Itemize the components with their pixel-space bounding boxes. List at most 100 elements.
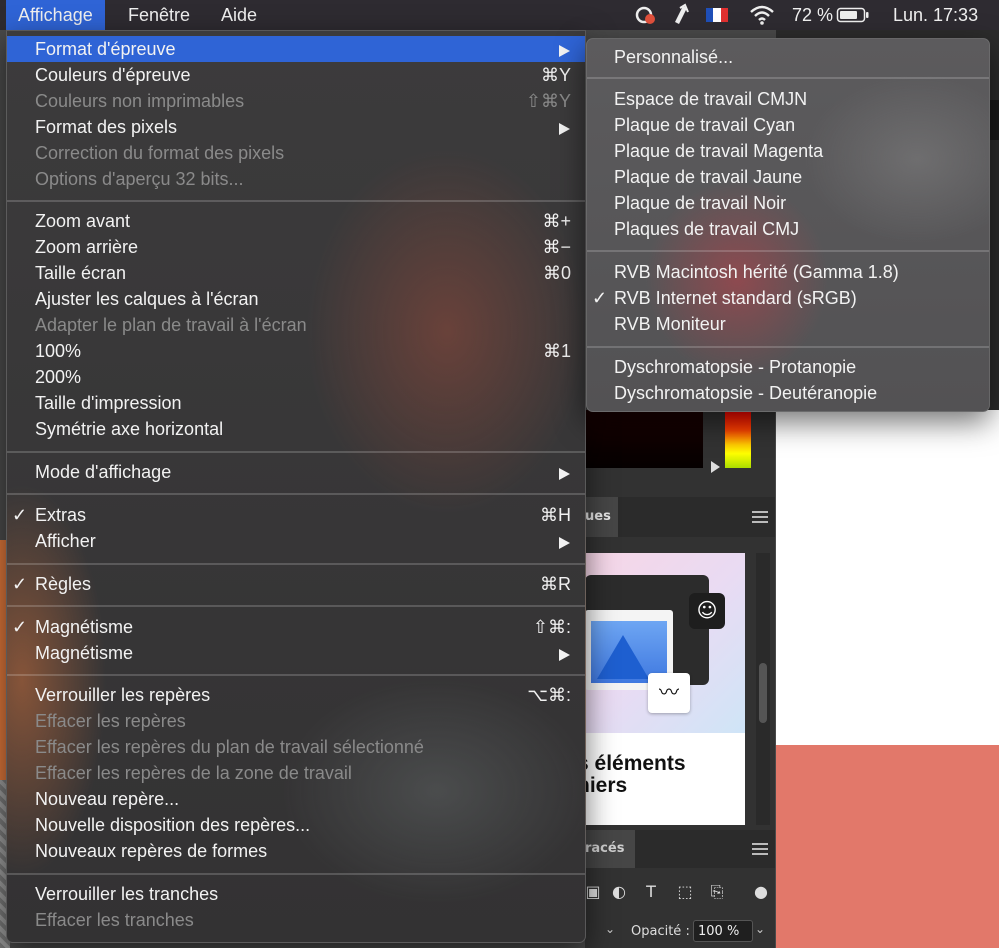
clock[interactable]: Lun. 17:33 [893,0,978,30]
tab-learn[interactable]: ues [585,497,618,537]
menu-item-label: Couleurs non imprimables [35,91,245,111]
menu-item-shortcut: ⌘1 [542,341,571,361]
menu-item-shortcut: ⌘+ [542,211,571,231]
menu-item-format-pixels[interactable]: Format des pixels [7,114,585,140]
menu-item-label: Mode d'affichage [35,462,172,482]
menu-item-label: Zoom avant [35,211,131,231]
submenu-item-rvb-moniteur[interactable]: RVB Moniteur [587,311,989,337]
menu-item-shortcut: ⌘R [540,574,571,594]
submenu-item-deuteranopie[interactable]: Dyschromatopsie - Deutéranopie [587,380,989,406]
menu-item-shortcut: ⇧⌘: [532,617,571,637]
mountain-icon [597,635,649,679]
menu-item-200-percent[interactable]: 200% [7,364,585,390]
menu-item-100-percent[interactable]: 100% ⌘1 [7,338,585,364]
menu-item-label: Dyschromatopsie - Protanopie [614,357,857,377]
menu-item-correction-format-pixels[interactable]: Correction du format des pixels [7,140,585,166]
menu-item-extras[interactable]: ✓ Extras ⌘H [7,502,585,528]
menu-item-verrouiller-reperes[interactable]: Verrouiller les repères ⌥⌘: [7,682,585,708]
menu-item-effacer-reperes-zone-travail[interactable]: Effacer les repères de la zone de travai… [7,760,585,786]
tab-paths[interactable]: racés [585,830,635,868]
color-picker-field[interactable] [585,410,703,468]
panel-menu-icon[interactable] [752,511,768,523]
submenu-item-plaque-magenta[interactable]: Plaque de travail Magenta [587,138,989,164]
text-filter-icon[interactable]: T [641,882,661,902]
menu-item-effacer-reperes[interactable]: Effacer les repères [7,708,585,734]
menu-item-label: Nouveau repère... [35,789,180,809]
menu-item-afficher[interactable]: Afficher [7,528,585,554]
menu-item-label: Effacer les repères [35,711,186,731]
image-filter-icon[interactable]: ▣ [583,882,603,902]
menu-item-options-apercu-32-bits[interactable]: Options d'aperçu 32 bits... [7,166,585,192]
menu-item-label: Espace de travail CMJN [614,89,808,109]
menu-item-zoom-arriere[interactable]: Zoom arrière ⌘− [7,234,585,260]
chevron-down-icon[interactable]: ⌄ [755,922,765,936]
menu-item-mode-affichage[interactable]: Mode d'affichage [7,459,585,485]
menu-item-couleurs-non-imprimables[interactable]: Couleurs non imprimables ⇧⌘Y [7,88,585,114]
menu-item-ajuster-calques[interactable]: Ajuster les calques à l'écran [7,286,585,312]
menu-item-taille-ecran[interactable]: Taille écran ⌘0 [7,260,585,286]
menu-item-label: Options d'aperçu 32 bits... [35,169,244,189]
menu-item-regles[interactable]: ✓ Règles ⌘R [7,571,585,597]
submenu-item-plaque-noir[interactable]: Plaque de travail Noir [587,190,989,216]
filter-toggle-icon[interactable]: ● [751,882,771,902]
menu-affichage[interactable]: Affichage [6,0,105,30]
battery-percent: 72 % [792,5,834,25]
submenu-item-plaque-jaune[interactable]: Plaque de travail Jaune [587,164,989,190]
menu-item-nouvelle-disposition-reperes[interactable]: Nouvelle disposition des repères... [7,812,585,838]
chevron-down-icon[interactable]: ⌄ [605,922,615,936]
menu-item-effacer-reperes-plan-travail[interactable]: Effacer les repères du plan de travail s… [7,734,585,760]
submenu-item-protanopie[interactable]: Dyschromatopsie - Protanopie [587,354,989,380]
adjustment-filter-icon[interactable]: ◐ [609,882,629,902]
submenu-arrow-icon [559,537,570,549]
menu-item-zoom-avant[interactable]: Zoom avant ⌘+ [7,208,585,234]
hue-slider-handle[interactable] [711,461,720,473]
user-add-icon: ☺ [689,593,725,629]
battery-icon[interactable] [836,0,870,30]
menu-item-nouveau-repere[interactable]: Nouveau repère... [7,786,585,812]
menu-item-verrouiller-tranches[interactable]: Verrouiller les tranches [7,881,585,907]
submenu-item-plaque-cyan[interactable]: Plaque de travail Cyan [587,112,989,138]
menu-item-label: Verrouiller les tranches [35,884,219,904]
menu-item-label: Afficher [35,531,96,551]
menu-item-label: Effacer les tranches [35,910,194,930]
shape-filter-icon[interactable]: ⬚ [675,882,695,902]
menu-item-taille-impression[interactable]: Taille d'impression [7,390,585,416]
checkmark-icon: ✓ [12,505,28,525]
submenu-item-plaques-cmj[interactable]: Plaques de travail CMJ [587,216,989,242]
panel-menu-icon-2[interactable] [752,843,768,855]
menu-aide[interactable]: Aide [221,0,257,30]
menu-item-label: Règles [35,574,92,594]
submenu-arrow-icon [559,468,570,480]
app-status-icon[interactable] [670,0,692,30]
menu-item-label: Extras [35,505,87,525]
menu-item-format-epreuve[interactable]: Format d'épreuve [7,36,585,62]
menu-item-couleurs-epreuve[interactable]: Couleurs d'épreuve ⌘Y [7,62,585,88]
smart-object-filter-icon[interactable]: ⎘ [707,882,727,902]
menu-item-nouveaux-reperes-formes[interactable]: Nouveaux repères de formes [7,838,585,864]
menu-bar: Affichage Fenêtre Aide 72 % Lun. 17:33 [0,0,999,30]
scrollbar-thumb[interactable] [759,663,767,723]
submenu-item-espace-cmjn[interactable]: Espace de travail CMJN [587,86,989,112]
menu-separator [7,200,585,202]
menu-item-label: Nouvelle disposition des repères... [35,815,311,835]
hue-slider-bar[interactable] [725,410,751,468]
wifi-icon[interactable] [748,0,776,30]
menu-item-label: RVB Moniteur [614,314,726,334]
submenu-item-rvb-internet-srgb[interactable]: ✓ RVB Internet standard (sRGB) [587,285,989,311]
submenu-item-personnalise[interactable]: Personnalisé... [587,44,989,70]
learn-card[interactable]: 〰 ☺ s éléments niers [577,553,745,825]
opacity-input[interactable]: 100 % [693,920,753,942]
menu-item-magnetisme-submenu[interactable]: Magnétisme [7,640,585,666]
submenu-item-rvb-macintosh[interactable]: RVB Macintosh hérité (Gamma 1.8) [587,259,989,285]
creative-cloud-icon[interactable] [632,0,660,30]
menu-item-effacer-tranches[interactable]: Effacer les tranches [7,907,585,933]
canvas-salmon-area [776,745,999,948]
menu-item-symetrie-axe-horizontal[interactable]: Symétrie axe horizontal [7,416,585,442]
menu-item-adapter-plan-travail[interactable]: Adapter le plan de travail à l'écran [7,312,585,338]
input-source-flag-icon[interactable] [705,0,729,30]
menu-item-label: Plaques de travail CMJ [614,219,800,239]
menu-fenetre[interactable]: Fenêtre [128,0,190,30]
menu-item-shortcut: ⌘Y [540,65,571,85]
learn-scrollbar[interactable] [756,553,770,825]
menu-item-magnetisme-toggle[interactable]: ✓ Magnétisme ⇧⌘: [7,614,585,640]
